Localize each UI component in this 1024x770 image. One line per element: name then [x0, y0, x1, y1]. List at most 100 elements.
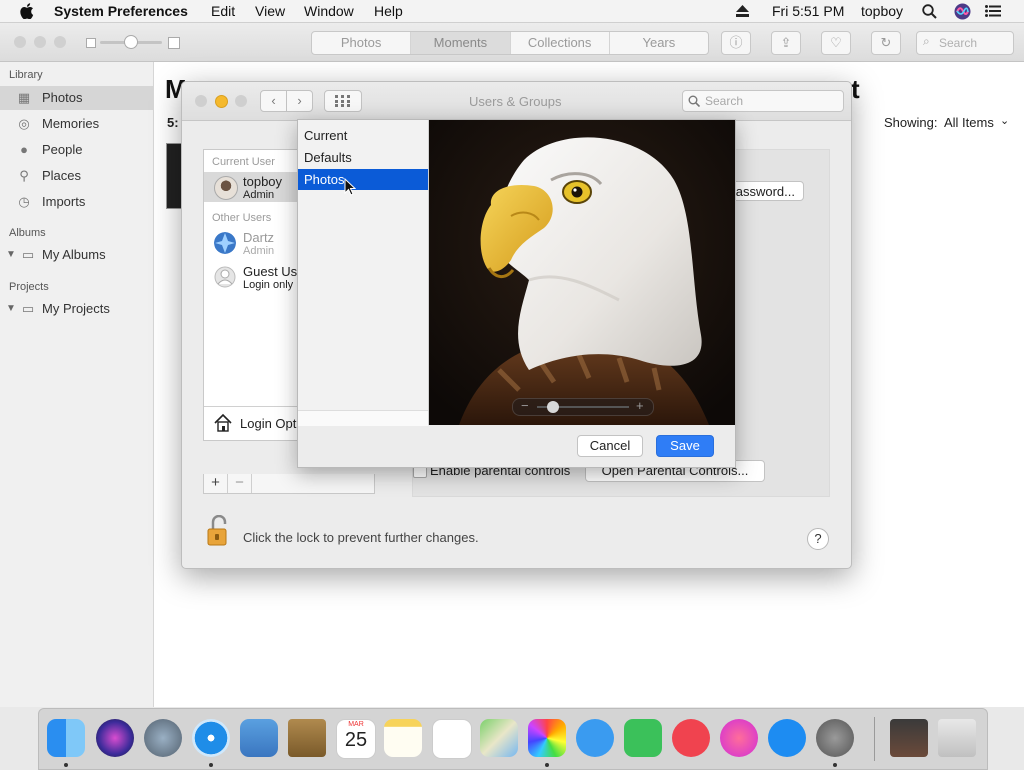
source-current[interactable]: Current [298, 125, 428, 146]
tab-photos[interactable]: Photos [312, 32, 412, 54]
tab-collections[interactable]: Collections [511, 32, 610, 54]
favorite-button[interactable]: ♡ [821, 31, 851, 55]
zoom-slider-knob[interactable] [546, 401, 559, 413]
grid-icon [335, 95, 350, 107]
menu-window[interactable]: Window [304, 3, 354, 19]
help-button[interactable]: ? [807, 528, 829, 550]
preferences-search-field[interactable]: Search [682, 90, 844, 112]
siri-icon[interactable] [954, 3, 971, 20]
chevron-down-icon[interactable]: ⌄ [1000, 114, 1009, 127]
sidebar-item-imports[interactable]: ◷ Imports [0, 190, 153, 214]
tab-moments[interactable]: Moments [411, 32, 511, 54]
memories-icon: ◎ [18, 116, 30, 131]
sidebar-item-my-albums[interactable]: ▼ ▭ My Albums [0, 243, 153, 267]
mail-eagle-icon[interactable] [240, 719, 278, 757]
albums-header: Albums [9, 227, 46, 239]
lock-message: Click the lock to prevent further change… [243, 530, 479, 545]
avatar [214, 176, 238, 200]
system-preferences-gear-icon[interactable] [816, 719, 854, 757]
apple-icon[interactable] [20, 3, 34, 19]
calendar-icon[interactable]: MAR 25 [336, 719, 376, 759]
remove-user-button[interactable]: − [228, 474, 252, 493]
zoom-button[interactable] [54, 36, 66, 48]
add-user-button[interactable]: + [204, 474, 228, 493]
menu-clock[interactable]: Fri 5:51 PM [772, 3, 844, 19]
other-users-header: Other Users [212, 212, 272, 224]
save-button[interactable]: Save [656, 435, 714, 457]
facetime-icon[interactable] [624, 719, 662, 757]
user-role: Login only [243, 279, 294, 291]
user-name: topboy [243, 174, 283, 189]
siri-icon[interactable] [96, 719, 134, 757]
menu-help[interactable]: Help [374, 3, 403, 19]
info-button[interactable]: ⓘ [721, 31, 751, 55]
folder-icon: ▭ [21, 247, 35, 262]
showing-dropdown[interactable]: All Items [944, 115, 994, 130]
source-defaults[interactable]: Defaults [298, 147, 428, 168]
minimize-button[interactable] [215, 95, 228, 108]
photos-search-field[interactable]: ⌕ Search [916, 31, 1014, 55]
news-icon[interactable] [672, 719, 710, 757]
tab-years[interactable]: Years [610, 32, 708, 54]
folder-icon: ▭ [21, 301, 35, 316]
sidebar-item-people[interactable]: ● People [0, 138, 153, 162]
disclosure-triangle-icon[interactable]: ▼ [6, 297, 16, 321]
music-icon[interactable] [720, 719, 758, 757]
menu-edit[interactable]: Edit [211, 3, 235, 19]
menu-user[interactable]: topboy [861, 3, 903, 19]
notification-center-icon[interactable] [985, 5, 1001, 17]
search-icon [688, 95, 700, 107]
contacts-icon[interactable] [288, 719, 326, 757]
share-icon: ⇪ [780, 35, 792, 50]
eject-icon[interactable] [736, 5, 749, 17]
trash-icon[interactable] [938, 719, 976, 757]
sidebar-item-photos[interactable]: ▦ Photos [0, 86, 153, 110]
back-button[interactable]: ‹ [260, 90, 287, 112]
launchpad-rocket-icon[interactable] [144, 719, 182, 757]
app-menu[interactable]: System Preferences [54, 3, 188, 19]
zoom-button[interactable] [235, 95, 247, 107]
picture-source-list: Current Defaults Photos [298, 120, 429, 426]
chevron-right-icon: › [297, 93, 302, 108]
zoom-control: − + [512, 398, 654, 416]
search-icon: ⌕ [923, 34, 930, 48]
heart-icon: ♡ [830, 35, 842, 50]
finder-icon[interactable] [47, 719, 85, 757]
lock-open-icon[interactable] [206, 515, 230, 547]
pin-icon: ⚲ [19, 168, 29, 183]
rotate-icon: ↻ [880, 35, 892, 50]
search-placeholder: Search [939, 36, 978, 50]
forward-button[interactable]: › [286, 90, 313, 112]
maps-icon[interactable] [480, 719, 518, 757]
sidebar-item-places[interactable]: ⚲ Places [0, 164, 153, 188]
spotlight-search-icon[interactable] [922, 4, 937, 19]
reminders-icon[interactable] [432, 719, 472, 759]
photo-crop-area[interactable]: − + [429, 120, 735, 425]
show-all-button[interactable] [324, 90, 362, 112]
zoom-out-button[interactable]: − [521, 398, 529, 413]
login-options-label: Login Opt [240, 416, 297, 431]
sidebar-item-memories[interactable]: ◎ Memories [0, 112, 153, 136]
house-icon [214, 413, 232, 432]
rotate-button[interactable]: ↻ [871, 31, 901, 55]
notes-icon[interactable] [384, 719, 422, 757]
sidebar-item-my-projects[interactable]: ▼ ▭ My Projects [0, 297, 153, 321]
zoom-in-button[interactable]: + [636, 398, 644, 413]
safari-compass-icon[interactable] [192, 719, 230, 757]
zoom-slider-knob[interactable] [124, 35, 138, 49]
downloads-stack-icon[interactable] [890, 719, 928, 757]
cancel-button[interactable]: Cancel [577, 435, 643, 457]
messages-icon[interactable] [576, 719, 614, 757]
minimize-button[interactable] [34, 36, 46, 48]
source-photos[interactable]: Photos [298, 169, 428, 190]
close-button[interactable] [14, 36, 26, 48]
share-button[interactable]: ⇪ [771, 31, 801, 55]
list-controls: + − [203, 474, 375, 494]
app-store-icon[interactable] [768, 719, 806, 757]
disclosure-triangle-icon[interactable]: ▼ [6, 243, 16, 267]
menu-view[interactable]: View [255, 3, 285, 19]
avatar [214, 232, 236, 254]
photos-app-icon[interactable] [528, 719, 566, 757]
photos-view-tabs: Photos Moments Collections Years [311, 31, 709, 55]
close-button[interactable] [195, 95, 207, 107]
